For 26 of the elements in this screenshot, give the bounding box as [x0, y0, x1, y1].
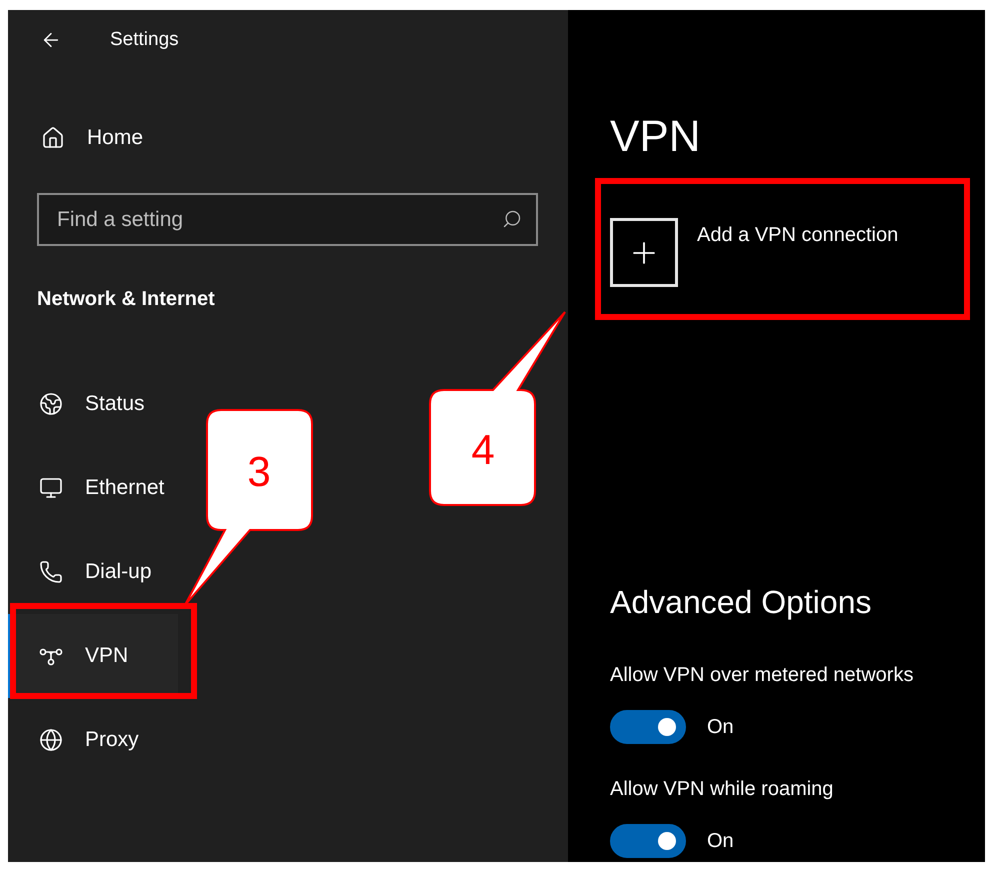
step-number: 4	[471, 427, 495, 473]
nav-item[interactable]: Proxy	[8, 698, 178, 782]
search-icon	[502, 209, 522, 229]
section-heading: Advanced Options	[610, 583, 872, 622]
nav-item[interactable]: Status	[8, 362, 178, 446]
nav-item[interactable]: Ethernet	[8, 446, 178, 530]
page-heading: VPN	[610, 111, 702, 163]
step-number: 3	[247, 449, 271, 495]
toggle-state: On	[707, 716, 734, 738]
toggle-switch[interactable]	[610, 710, 686, 744]
phone-icon	[39, 560, 63, 584]
window-title: Settings	[110, 29, 179, 51]
nav-item[interactable]: VPN	[8, 614, 178, 698]
option-label: Allow VPN while roaming	[610, 777, 834, 802]
section-heading: Network & Internet	[37, 287, 216, 312]
search-field[interactable]: Find a setting	[37, 193, 538, 246]
globe-icon	[39, 728, 63, 752]
home-link[interactable]: Home	[8, 114, 568, 162]
option-label: Allow VPN over metered networks	[610, 663, 914, 688]
nav-item[interactable]: Dial-up	[8, 530, 178, 614]
home-icon	[41, 126, 65, 150]
add-connection-button[interactable]: Add a VPN connection	[610, 218, 898, 287]
toggle-switch[interactable]	[610, 824, 686, 858]
toggle-state: On	[707, 830, 734, 852]
globe-icon	[39, 392, 63, 416]
monitor-icon	[39, 476, 63, 500]
